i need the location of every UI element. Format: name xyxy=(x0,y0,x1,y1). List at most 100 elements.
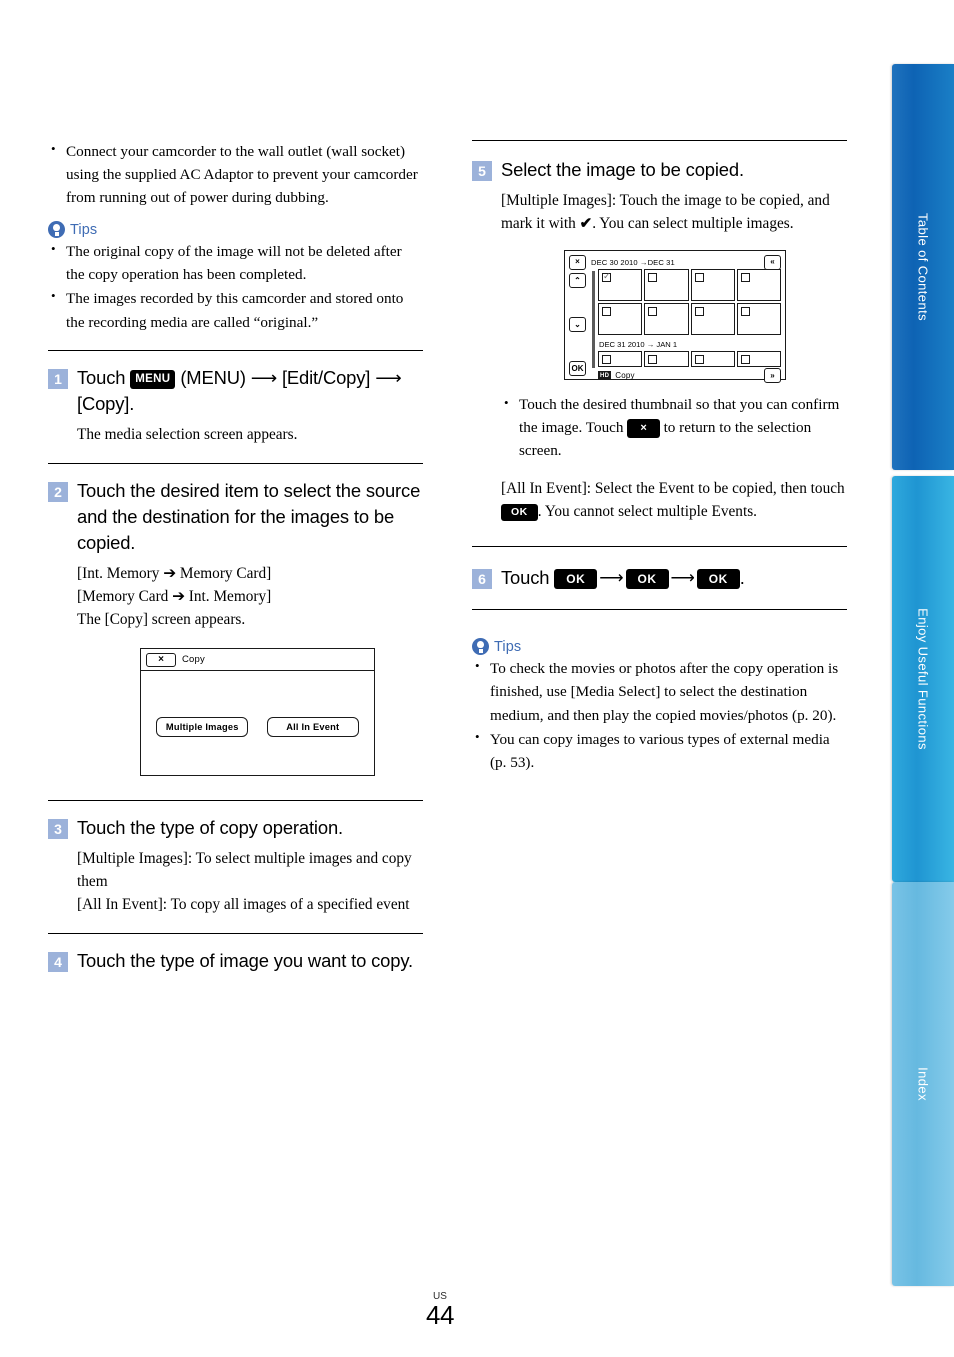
step-number-badge: 6 xyxy=(472,569,492,590)
step-title: Touch OK ⟶ OK ⟶ OK. xyxy=(501,565,847,591)
copy-screen-illustration: × Copy Multiple Images All In Event xyxy=(140,648,375,777)
step-3: 3 Touch the type of copy operation. [Mul… xyxy=(48,815,423,917)
tips-label: Tips xyxy=(70,221,98,238)
thumbnail-cell[interactable] xyxy=(736,269,781,301)
checkbox-icon[interactable] xyxy=(694,355,704,364)
tips-label: Tips xyxy=(494,638,522,655)
thumbnail-cell[interactable] xyxy=(598,351,643,367)
right-column: 5 Select the image to be copied. [Multip… xyxy=(472,140,847,775)
all-in-event-paragraph: [All In Event]: Select the Event to be c… xyxy=(501,478,847,524)
step-4: 4 Touch the type of image you want to co… xyxy=(48,948,423,974)
step-number-badge: 3 xyxy=(48,819,68,840)
checkbox-icon[interactable] xyxy=(740,307,750,316)
tips-list-right: To check the movies or photos after the … xyxy=(472,656,847,774)
close-button-chip[interactable]: × xyxy=(627,418,660,438)
checkbox-icon[interactable] xyxy=(648,355,658,364)
ok-button-chip[interactable]: OK xyxy=(554,569,598,590)
checkbox-icon[interactable] xyxy=(602,307,611,316)
ok-button-chip[interactable]: OK xyxy=(625,569,669,590)
tab-label: Table of Contents xyxy=(915,213,931,321)
step-body-line: [Multiple Images]: To select multiple im… xyxy=(77,850,412,891)
jump-bottom-icon[interactable]: » xyxy=(764,368,781,383)
checkbox-icon[interactable] xyxy=(648,273,658,282)
thumbnail-cell[interactable] xyxy=(736,303,781,335)
thumbnail-note-list: Touch the desired thumbnail so that you … xyxy=(472,393,847,462)
all-in-event-button[interactable]: All In Event xyxy=(266,717,359,738)
step-3-body: [Multiple Images]: To select multiple im… xyxy=(77,848,423,917)
thumbnail-cell[interactable] xyxy=(736,351,781,367)
step-5: 5 Select the image to be copied. [Multip… xyxy=(472,157,847,524)
lightbulb-icon xyxy=(472,638,489,656)
lightbulb-icon xyxy=(48,221,65,239)
sidebar-tab-enjoy-useful-functions[interactable]: Enjoy Useful Functions xyxy=(892,476,954,882)
step-title-pre: Touch xyxy=(77,366,131,388)
divider xyxy=(472,546,847,548)
multiple-images-button[interactable]: Multiple Images xyxy=(156,717,249,738)
thumbnail-cell[interactable] xyxy=(644,269,689,301)
scroll-up-icon[interactable]: ⌃ xyxy=(569,273,586,288)
ok-button-chip[interactable]: OK xyxy=(696,569,740,590)
thumbnail-cell[interactable] xyxy=(644,303,689,335)
checkmark-icon: ✔ xyxy=(579,216,593,233)
step-body-line: The media selection screen appears. xyxy=(77,425,298,443)
close-icon[interactable]: × xyxy=(146,652,176,667)
list-item: Touch the desired thumbnail so that you … xyxy=(501,393,847,462)
para-pre: [All In Event]: Select the Event to be c… xyxy=(501,480,845,498)
thumbnail-row xyxy=(598,303,781,335)
thumbnail-cell[interactable] xyxy=(690,303,735,335)
step-1: 1 Touch MENU (MENU) ⟶ [Edit/Copy] ⟶ [Cop… xyxy=(48,365,423,447)
thumb-screen-body: ⌃ ⌄ OK ✓ DEC 31 2010 → JAN 1 HD Copy » xyxy=(569,269,781,383)
step-number-badge: 4 xyxy=(48,951,68,972)
list-item: Connect your camcorder to the wall outle… xyxy=(48,139,423,209)
thumb-screen-left-controls: ⌃ ⌄ OK xyxy=(569,269,591,377)
sidebar-tab-index[interactable]: Index xyxy=(892,882,954,1286)
step-title: Select the image to be copied. xyxy=(501,159,744,180)
ok-button-chip[interactable]: OK xyxy=(501,503,538,522)
divider xyxy=(472,609,847,611)
para-post: . You cannot select multiple Events. xyxy=(537,503,757,521)
page-footer: US 44 xyxy=(0,1292,880,1329)
menu-button-chip[interactable]: MENU xyxy=(130,370,176,389)
step-title-post: . xyxy=(739,567,745,589)
close-icon[interactable]: × xyxy=(569,254,586,270)
checkbox-icon[interactable] xyxy=(648,307,658,316)
step-number-badge: 2 xyxy=(48,481,68,502)
step-2-body: [Int. Memory ➔ Memory Card] [Memory Card… xyxy=(77,563,423,632)
thumbnail-cell[interactable] xyxy=(690,269,735,301)
copy-screen-title: Copy xyxy=(182,654,205,666)
step-title: Touch the type of image you want to copy… xyxy=(77,949,413,971)
date-range-top: DEC 30 2010 →DEC 31 xyxy=(591,257,675,267)
checkbox-icon[interactable] xyxy=(694,307,704,316)
copy-screen-titlebar: × Copy xyxy=(141,649,374,672)
ok-button[interactable]: OK xyxy=(569,361,586,376)
thumbnail-cell[interactable] xyxy=(644,351,689,367)
step-body-post: . You can select multiple images. xyxy=(592,215,794,233)
tab-label: Index xyxy=(915,1067,931,1101)
arrow-right-icon: ⟶ xyxy=(670,568,695,588)
thumbnail-cell[interactable] xyxy=(598,269,643,301)
checkbox-icon[interactable] xyxy=(740,355,750,364)
scroll-down-icon[interactable]: ⌄ xyxy=(569,317,586,332)
sidebar-tab-table-of-contents[interactable]: Table of Contents xyxy=(892,64,954,470)
hd-badge-icon: HD xyxy=(598,371,612,380)
checkbox-icon[interactable] xyxy=(602,355,611,364)
step-body-line: [Int. Memory ➔ Memory Card] xyxy=(77,565,272,583)
thumbnail-cell[interactable] xyxy=(598,303,643,335)
checkbox-icon[interactable] xyxy=(740,273,750,282)
thumbnail-select-screen-illustration: × DEC 30 2010 →DEC 31 « ⌃ ⌄ OK ✓ DEC 31 … xyxy=(564,250,786,383)
list-item: The images recorded by this camcorder an… xyxy=(48,286,423,333)
step-body-line: [Memory Card ➔ Int. Memory] xyxy=(77,588,272,606)
jump-top-icon[interactable]: « xyxy=(764,254,781,270)
divider xyxy=(48,800,423,802)
manual-page: Connect your camcorder to the wall outle… xyxy=(0,0,954,1357)
thumbnail-cell[interactable] xyxy=(690,351,735,367)
step-title-pre: Touch xyxy=(501,567,555,589)
thumb-screen-footer: HD Copy » xyxy=(598,368,781,383)
checkbox-icon[interactable] xyxy=(694,273,704,282)
scrollbar[interactable] xyxy=(592,271,595,368)
checkbox-checked-icon[interactable] xyxy=(602,271,611,282)
page-number: 44 xyxy=(426,1300,454,1330)
thumb-screen-titlebar: × DEC 30 2010 →DEC 31 « xyxy=(569,254,781,270)
step-title: Touch MENU (MENU) ⟶ [Edit/Copy] ⟶ [Copy]… xyxy=(77,365,423,417)
list-item: You can copy images to various types of … xyxy=(472,727,847,774)
